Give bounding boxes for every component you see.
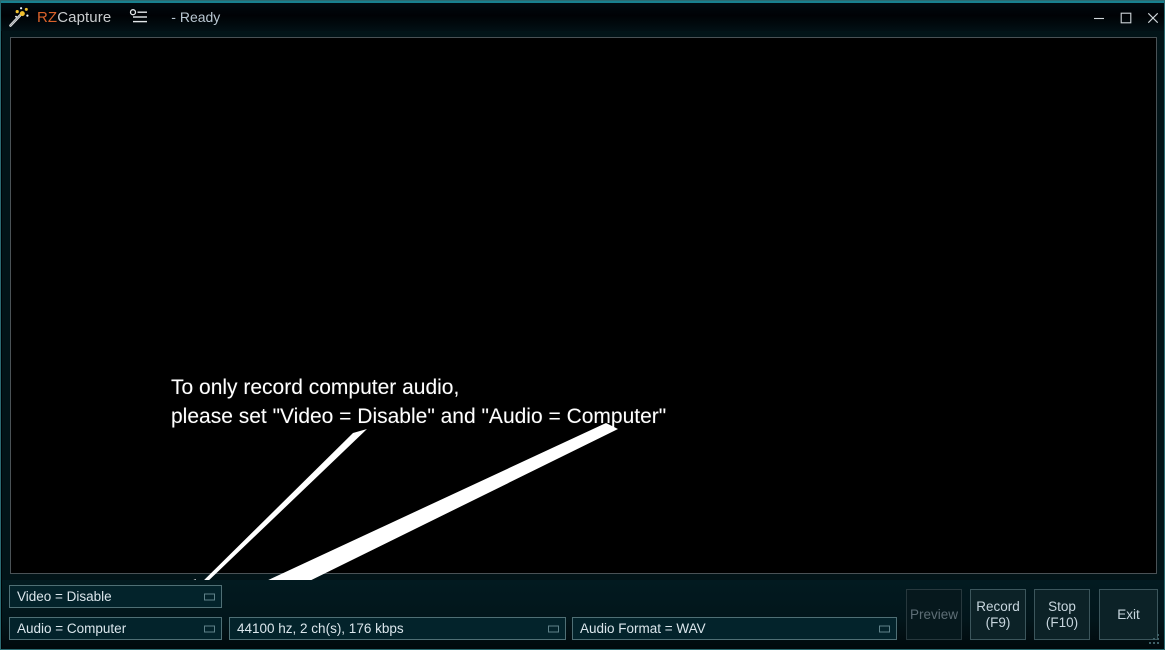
stop-button-label: Stop — [1048, 598, 1076, 614]
audio-quality-select[interactable]: 44100 hz, 2 ch(s), 176 kbps — [229, 617, 566, 640]
preview-button-label: Preview — [909, 606, 958, 622]
audio-format-value: Audio Format = WAV — [580, 621, 706, 636]
app-title-suffix: Capture — [57, 8, 112, 26]
audio-source-value: Audio = Computer — [17, 621, 127, 636]
audio-quality-value: 44100 hz, 2 ch(s), 176 kbps — [237, 621, 404, 636]
app-title-prefix: RZ — [37, 8, 58, 26]
dropdown-box-icon — [548, 625, 559, 632]
rzcapture-window: RZCapture - Ready To only record compute… — [0, 0, 1165, 650]
preview-instruction-text: To only record computer audio, please se… — [171, 373, 666, 431]
instruction-line-2: please set "Video = Disable" and "Audio … — [171, 405, 667, 428]
maximize-icon[interactable] — [1112, 3, 1139, 33]
dropdown-box-icon — [204, 593, 215, 600]
audio-source-select[interactable]: Audio = Computer — [9, 617, 222, 640]
exit-button[interactable]: Exit — [1099, 589, 1158, 640]
stop-button-shortcut: (F10) — [1045, 614, 1079, 630]
record-button[interactable]: Record (F9) — [970, 589, 1026, 640]
magic-wand-sparkles-icon — [8, 6, 30, 28]
dropdown-box-icon — [204, 625, 215, 632]
status-text: - Ready — [171, 9, 221, 25]
video-source-select[interactable]: Video = Disable — [9, 585, 222, 608]
minimize-icon[interactable] — [1085, 3, 1112, 33]
video-source-value: Video = Disable — [17, 589, 112, 604]
record-button-label: Record — [976, 598, 1020, 614]
close-icon[interactable] — [1139, 3, 1164, 33]
audio-format-select[interactable]: Audio Format = WAV — [572, 617, 897, 640]
record-button-shortcut: (F9) — [985, 614, 1011, 630]
exit-button-label: Exit — [1117, 606, 1140, 622]
window-controls — [1085, 3, 1164, 33]
resize-grip[interactable] — [1149, 634, 1161, 646]
instruction-line-1: To only record computer audio, — [171, 376, 460, 399]
title-bar: RZCapture - Ready — [1, 1, 1164, 33]
preview-button[interactable]: Preview — [906, 589, 962, 640]
dropdown-box-icon — [879, 625, 890, 632]
bottom-control-bar: Video = Disable Audio = Computer 44100 h… — [2, 580, 1164, 649]
stop-button[interactable]: Stop (F10) — [1034, 589, 1090, 640]
app-title: RZCapture — [37, 9, 111, 26]
video-preview-area[interactable] — [10, 37, 1157, 574]
options-list-icon[interactable] — [129, 8, 149, 26]
preview-frame — [2, 31, 1164, 580]
